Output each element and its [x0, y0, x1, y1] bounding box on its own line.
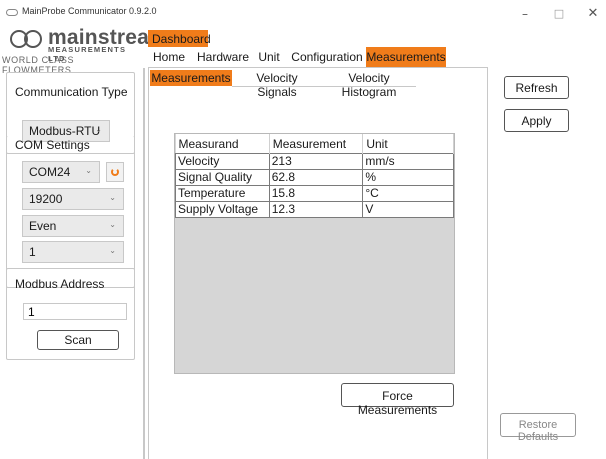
- stop-bits-select[interactable]: 1 ⌄: [22, 241, 124, 263]
- com-settings-group: COM Settings COM24 ⌄ 19200 ⌄ Even ⌄ 1 ⌄: [6, 136, 135, 288]
- tab-dashboard[interactable]: Dashboard: [148, 30, 211, 47]
- measurement-cell: 12.3: [268, 200, 364, 218]
- unit-cell: V: [362, 200, 454, 218]
- measurand-cell: Temperature: [175, 184, 270, 202]
- subtab-measurements[interactable]: Measurements: [150, 70, 232, 86]
- refresh-button[interactable]: Refresh: [504, 76, 569, 99]
- table-row[interactable]: Signal Quality 62.8 %: [175, 168, 454, 186]
- refresh-ports-button[interactable]: [106, 162, 124, 182]
- subtab-velocity-histogram[interactable]: Velocity Histogram: [322, 70, 416, 99]
- table-row[interactable]: Supply Voltage 12.3 V: [175, 200, 454, 218]
- title-bar: MainProbe Communicator 0.9.2.0 – □ ✕: [0, 0, 606, 28]
- chevron-down-icon: ⌄: [109, 246, 116, 255]
- refresh-icon: [111, 168, 119, 176]
- com-port-select[interactable]: COM24 ⌄: [22, 161, 100, 183]
- stop-bits-value: 1: [29, 245, 36, 259]
- measurement-cell: 62.8: [268, 168, 364, 186]
- tab-hardware[interactable]: Hardware: [196, 47, 250, 67]
- measurand-cell: Velocity: [175, 152, 270, 170]
- modbus-address-input[interactable]: [23, 303, 127, 320]
- chevron-down-icon: ⌄: [109, 220, 116, 229]
- modbus-address-group: Modbus Address Scan: [6, 268, 135, 360]
- force-measurements-button[interactable]: Force Measurements: [341, 383, 454, 417]
- measurement-cell: 15.8: [268, 184, 364, 202]
- modbus-address-title: Modbus Address: [15, 277, 105, 291]
- tab-configuration[interactable]: Configuration: [290, 47, 364, 67]
- logo-rings-icon: [10, 30, 44, 48]
- baud-rate-value: 19200: [29, 192, 63, 206]
- tab-measurements[interactable]: Measurements: [366, 47, 446, 67]
- unit-cell: °C: [362, 184, 454, 202]
- table-row[interactable]: Temperature 15.8 °C: [175, 184, 454, 202]
- chevron-down-icon: ⌄: [109, 193, 116, 202]
- apply-button[interactable]: Apply: [504, 109, 569, 132]
- table-row[interactable]: Velocity 213 mm/s: [175, 152, 454, 170]
- measurand-cell: Signal Quality: [175, 168, 270, 186]
- chevron-down-icon: ⌄: [85, 166, 92, 175]
- column-header-measurand[interactable]: Measurand: [175, 134, 270, 153]
- column-header-measurement[interactable]: Measurement: [269, 134, 364, 153]
- parity-value: Even: [29, 219, 57, 233]
- unit-cell: %: [362, 168, 454, 186]
- communication-type-title: Communication Type: [15, 85, 128, 99]
- parity-select[interactable]: Even ⌄: [22, 215, 124, 237]
- window-title: MainProbe Communicator 0.9.2.0: [22, 6, 157, 16]
- close-button[interactable]: ✕: [578, 4, 606, 24]
- company-logo: mainstream™ MEASUREMENTS LTD WORLD CLASS…: [0, 26, 176, 75]
- sidebar: mainstream™ MEASUREMENTS LTD WORLD CLASS…: [0, 26, 176, 459]
- subtab-velocity-signals[interactable]: Velocity Signals: [236, 70, 318, 99]
- tab-home[interactable]: Home: [152, 47, 186, 67]
- scan-button[interactable]: Scan: [37, 330, 119, 350]
- table-header-row: Measurand Measurement Unit: [175, 134, 454, 153]
- app-icon: [6, 9, 18, 16]
- com-port-value: COM24: [29, 165, 71, 179]
- subtab-divider: [232, 86, 416, 87]
- baud-rate-select[interactable]: 19200 ⌄: [22, 188, 124, 210]
- maximize-button[interactable]: □: [544, 4, 574, 24]
- minimize-button[interactable]: –: [510, 4, 540, 24]
- measurements-grid: Measurand Measurement Unit Velocity 213 …: [174, 133, 455, 374]
- com-settings-title: COM Settings: [15, 138, 90, 152]
- restore-defaults-button[interactable]: Restore Defaults: [500, 413, 576, 443]
- measurement-cell: 213: [268, 152, 364, 170]
- measurand-cell: Supply Voltage: [175, 200, 270, 218]
- tab-unit[interactable]: Unit: [256, 47, 282, 67]
- unit-cell: mm/s: [362, 152, 454, 170]
- chevron-down-icon: ⌄: [95, 125, 102, 134]
- column-header-unit[interactable]: Unit: [362, 134, 454, 153]
- measurements-table: Measurand Measurement Unit Velocity 213 …: [175, 134, 454, 218]
